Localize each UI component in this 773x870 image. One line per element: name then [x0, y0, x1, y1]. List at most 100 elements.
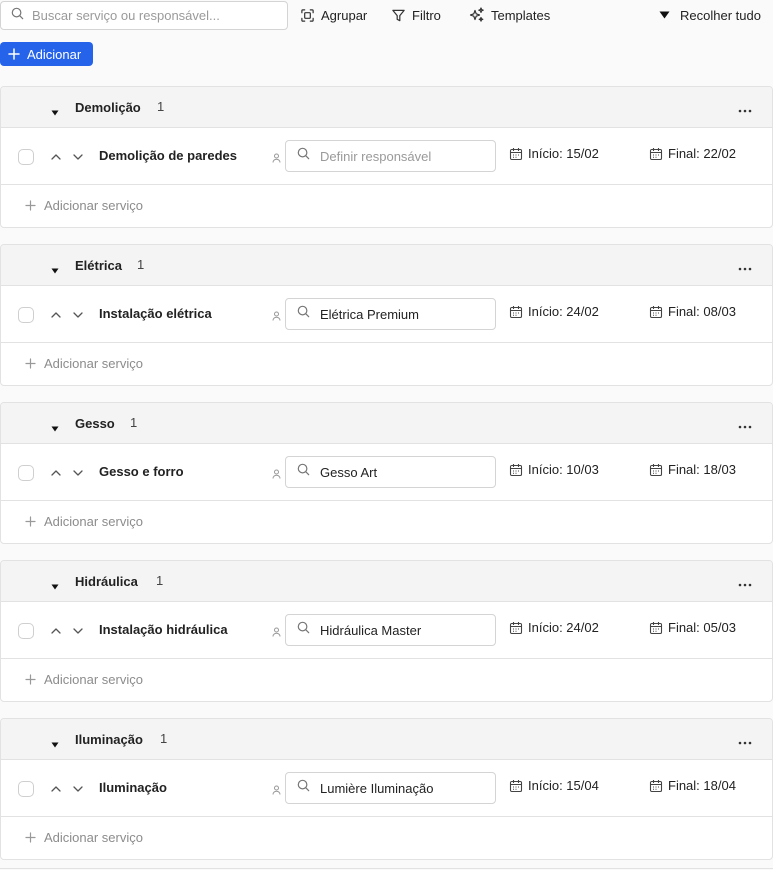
start-date[interactable]: Início: 24/02 [509, 620, 599, 635]
ellipsis-icon[interactable] [738, 258, 752, 276]
group-label: Agrupar [321, 7, 368, 23]
search-input[interactable] [32, 8, 272, 23]
end-date[interactable]: Final: 18/03 [649, 462, 736, 477]
start-date-label: Início: 24/02 [528, 620, 599, 635]
add-service-button[interactable]: Adicionar serviço [25, 356, 143, 371]
service-name[interactable]: Gesso e forro [99, 464, 237, 479]
chevron-up-icon[interactable] [50, 782, 62, 800]
group-count: 1 [157, 99, 165, 114]
add-service-button[interactable]: Adicionar serviço [25, 514, 143, 529]
responsible-field[interactable]: Lumière Iluminação [285, 772, 496, 804]
service-name[interactable]: Instalação elétrica [99, 306, 237, 321]
end-date[interactable]: Final: 05/03 [649, 620, 736, 635]
group-header[interactable]: Iluminação 1 [1, 719, 772, 760]
add-service-button[interactable]: Adicionar serviço [25, 672, 143, 687]
chevron-up-icon[interactable] [50, 308, 62, 326]
ellipsis-icon[interactable] [738, 100, 752, 118]
search-icon [11, 7, 24, 25]
collapse-group-caret-icon[interactable] [51, 735, 59, 753]
filter-label: Filtro [412, 7, 441, 23]
collapse-group-caret-icon[interactable] [51, 419, 59, 437]
add-service-label: Adicionar serviço [44, 514, 143, 529]
ellipsis-icon[interactable] [738, 732, 752, 750]
plus-icon [25, 832, 36, 843]
calendar-icon [649, 779, 663, 793]
responsible-value: Definir responsável [320, 148, 432, 164]
add-button[interactable]: Adicionar [0, 42, 93, 66]
add-service-button[interactable]: Adicionar serviço [25, 830, 143, 845]
group-title: Gesso [75, 416, 115, 431]
calendar-icon [509, 621, 523, 635]
calendar-icon [509, 305, 523, 319]
start-date[interactable]: Início: 15/04 [509, 778, 599, 793]
calendar-icon [649, 463, 663, 477]
service-checkbox[interactable] [18, 623, 34, 639]
service-name[interactable]: Demolição de paredes [99, 148, 237, 163]
group-button[interactable]: Agrupar [300, 5, 367, 25]
responsible-field[interactable]: Definir responsável [285, 140, 496, 172]
search-icon [297, 147, 310, 165]
divider [0, 868, 773, 869]
service-name[interactable]: Iluminação [99, 780, 237, 795]
group-header[interactable]: Gesso 1 [1, 403, 772, 444]
service-row: Gesso e forro Gesso Art Início: 10/03 Fi… [1, 444, 772, 501]
chevron-up-icon[interactable] [50, 466, 62, 484]
search-icon [297, 621, 310, 639]
calendar-icon [649, 147, 663, 161]
person-icon [272, 782, 281, 800]
collapse-group-caret-icon[interactable] [51, 577, 59, 595]
end-date[interactable]: Final: 18/04 [649, 778, 736, 793]
add-service-button[interactable]: Adicionar serviço [25, 198, 143, 213]
group-header[interactable]: Demolição 1 [1, 87, 772, 128]
end-date[interactable]: Final: 08/03 [649, 304, 736, 319]
start-date[interactable]: Início: 15/02 [509, 146, 599, 161]
service-name[interactable]: Instalação hidráulica [99, 622, 237, 637]
chevron-down-icon[interactable] [72, 624, 84, 642]
add-service-label: Adicionar serviço [44, 356, 143, 371]
group-count: 1 [156, 573, 164, 588]
funnel-icon [391, 8, 406, 23]
end-date-label: Final: 18/03 [668, 462, 736, 477]
service-checkbox[interactable] [18, 307, 34, 323]
start-date-label: Início: 15/04 [528, 778, 599, 793]
responsible-field[interactable]: Elétrica Premium [285, 298, 496, 330]
calendar-icon [649, 621, 663, 635]
chevron-down-icon[interactable] [72, 308, 84, 326]
collapse-all-button[interactable]: Recolher tudo [659, 5, 761, 25]
end-date[interactable]: Final: 22/02 [649, 146, 736, 161]
collapse-group-caret-icon[interactable] [51, 261, 59, 279]
responsible-field[interactable]: Gesso Art [285, 456, 496, 488]
plus-icon [25, 516, 36, 527]
filter-button[interactable]: Filtro [391, 5, 441, 25]
group-count: 1 [160, 731, 168, 746]
collapse-group-caret-icon[interactable] [51, 103, 59, 121]
service-checkbox[interactable] [18, 781, 34, 797]
chevron-down-icon[interactable] [72, 466, 84, 484]
responsible-field[interactable]: Hidráulica Master [285, 614, 496, 646]
chevron-down-icon[interactable] [72, 150, 84, 168]
service-checkbox[interactable] [18, 149, 34, 165]
ellipsis-icon[interactable] [738, 416, 752, 434]
group-scan-icon [300, 8, 315, 23]
service-checkbox[interactable] [18, 465, 34, 481]
start-date[interactable]: Início: 10/03 [509, 462, 599, 477]
caret-down-icon [659, 11, 670, 19]
templates-label: Templates [491, 7, 551, 23]
group-count: 1 [130, 415, 138, 430]
start-date-label: Início: 10/03 [528, 462, 599, 477]
end-date-label: Final: 08/03 [668, 304, 736, 319]
group-header[interactable]: Elétrica 1 [1, 245, 772, 286]
chevron-up-icon[interactable] [50, 150, 62, 168]
responsible-value: Lumière Iluminação [320, 780, 434, 796]
search-box[interactable] [0, 1, 288, 30]
chevron-up-icon[interactable] [50, 624, 62, 642]
group-header[interactable]: Hidráulica 1 [1, 561, 772, 602]
ellipsis-icon[interactable] [738, 574, 752, 592]
templates-button[interactable]: Templates [469, 5, 550, 25]
end-date-label: Final: 18/04 [668, 778, 736, 793]
chevron-down-icon[interactable] [72, 782, 84, 800]
start-date-label: Início: 24/02 [528, 304, 599, 319]
plus-icon [25, 674, 36, 685]
group-title: Elétrica [75, 258, 122, 273]
start-date[interactable]: Início: 24/02 [509, 304, 599, 319]
